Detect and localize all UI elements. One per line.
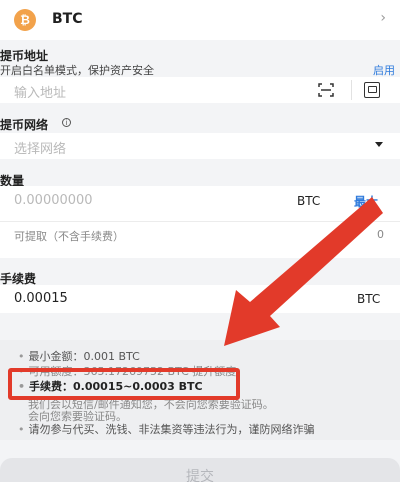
receivable-label: 可提取（不含手续费） <box>14 230 124 243</box>
coin-selector[interactable]: ₿ BTC › <box>0 0 400 40</box>
scan-icon[interactable] <box>318 83 334 97</box>
receivable-value: 0 <box>377 228 384 241</box>
amount-box: 0.00000000 BTC 最大 可提取（不含手续费） 0 <box>0 186 400 258</box>
address-book-icon[interactable] <box>364 82 380 98</box>
field-separator <box>351 80 352 100</box>
note-legal: • 请勿参与代买、洗钱、非法集资等违法行为，谨防网络诈骗 <box>18 423 315 436</box>
fee-unit: BTC <box>357 292 381 306</box>
amount-divider <box>0 221 400 222</box>
bitcoin-icon: ₿ <box>14 9 36 31</box>
info-icon[interactable]: i <box>62 118 71 127</box>
whitelist-hint: 开启白名单模式，保护资产安全 <box>0 64 154 77</box>
amount-unit: BTC <box>297 194 321 208</box>
whitelist-enable-link[interactable]: 启用 <box>373 62 395 78</box>
fee-field: 0.00015 BTC <box>0 285 400 313</box>
fee-value: 0.00015 <box>14 291 68 306</box>
chevron-right-icon: › <box>380 10 386 26</box>
annotation-highlight-box <box>8 368 240 400</box>
caret-down-icon <box>375 142 383 147</box>
amount-input[interactable]: 0.00000000 <box>14 193 93 208</box>
network-select[interactable]: 选择网络 <box>0 133 400 159</box>
network-placeholder: 选择网络 <box>14 142 67 157</box>
address-field[interactable]: 输入地址 <box>0 77 400 103</box>
network-label: 提币网络 <box>0 118 49 132</box>
address-input[interactable]: 输入地址 <box>14 82 66 101</box>
coin-name: BTC <box>52 11 83 27</box>
max-button[interactable]: 最大 <box>354 193 378 210</box>
submit-button[interactable]: 提交 <box>0 458 400 482</box>
note-min-amount: • 最小金额：0.001 BTC <box>18 350 140 363</box>
